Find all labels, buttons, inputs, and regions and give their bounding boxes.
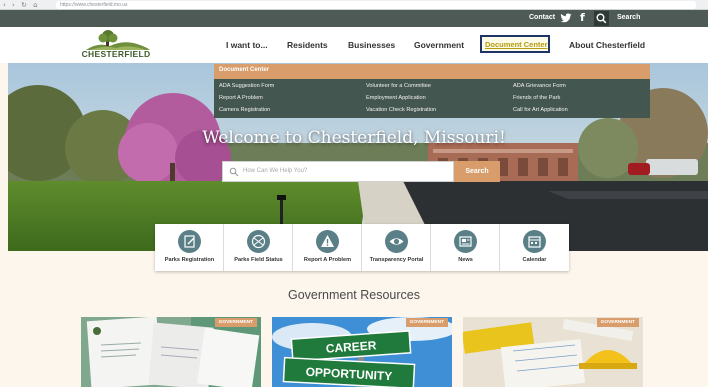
facebook-icon[interactable]: f: [580, 11, 585, 24]
card-badge: GOVERNMENT: [405, 318, 448, 327]
construction-photo: [463, 317, 643, 387]
nav-about-chesterfield[interactable]: About Chesterfield: [569, 40, 645, 50]
calendar-icon: [523, 230, 546, 253]
dropdown-body: ADA Suggestion Form Report A Problem Cam…: [214, 79, 650, 118]
dropdown-link-ada-suggestion-form[interactable]: ADA Suggestion Form: [219, 83, 274, 89]
nav-document-center-label[interactable]: Document Center: [485, 40, 548, 49]
quick-link-label: Report A Problem: [303, 257, 352, 263]
career-sign-photo: CAREER OPPORTUNITY: [272, 317, 452, 387]
hero-search-button[interactable]: Search: [454, 161, 500, 182]
dropdown-link-friends-of-the-park[interactable]: Friends of the Park: [513, 95, 560, 101]
government-resources-heading: Government Resources: [287, 288, 420, 302]
dropdown-title[interactable]: Document Center: [214, 64, 650, 73]
contact-link[interactable]: Contact: [529, 14, 555, 21]
card-badge: GOVERNMENT: [596, 318, 639, 327]
logo-wordmark[interactable]: CHESTERFIELD: [80, 49, 152, 59]
quick-link-label: News: [458, 257, 473, 263]
nav-i-want-to[interactable]: I want to...: [226, 40, 268, 50]
dropdown-link-call-for-art[interactable]: Call for Art Application: [513, 107, 568, 113]
quick-link-news[interactable]: News: [431, 224, 500, 271]
quick-link-label: Transparency Portal: [369, 257, 424, 263]
document-center-dropdown: Document Center ADA Suggestion Form Repo…: [214, 64, 650, 118]
page: ‹ › ↻ ⌂ https://www.chesterfield.mo.us C…: [0, 0, 708, 387]
address-bar[interactable]: https://www.chesterfield.mo.us: [56, 1, 696, 9]
quick-link-label: Parks Registration: [164, 257, 215, 263]
dropdown-header: Document Center: [214, 64, 650, 79]
nav-government[interactable]: Government: [414, 40, 464, 50]
pencil-icon: [178, 230, 201, 253]
twitter-icon[interactable]: [560, 12, 572, 24]
utility-bar: Contact f Search: [0, 10, 708, 27]
magnifier-icon: [596, 13, 607, 24]
search-toggle-button[interactable]: [594, 11, 609, 26]
dropdown-link-report-a-problem[interactable]: Report A Problem: [219, 95, 263, 101]
card-badge: GOVERNMENT: [214, 318, 257, 327]
news-icon: [454, 230, 477, 253]
nav-businesses[interactable]: Businesses: [348, 40, 395, 50]
hero-title: Welcome to Chesterfield, Missouri!: [202, 128, 506, 148]
dropdown-link-camera-registration[interactable]: Camera Registration: [219, 107, 270, 113]
search-placeholder: How Can We Help You?: [243, 168, 308, 174]
resource-card-construction[interactable]: GOVERNMENT: [463, 317, 643, 387]
quick-link-parks-field-status[interactable]: Parks Field Status: [224, 224, 293, 271]
dropdown-link-vacation-check[interactable]: Vacation Check Registration: [366, 107, 436, 113]
quick-links-bar: Parks Registration Parks Field Status Re…: [155, 224, 569, 271]
quick-link-label: Parks Field Status: [234, 257, 283, 263]
search-icon: [229, 167, 239, 177]
site-header: CHESTERFIELD I want to... Residents Busi…: [0, 27, 708, 63]
eye-icon: [385, 230, 408, 253]
warning-icon: [316, 230, 339, 253]
nav-residents[interactable]: Residents: [287, 40, 328, 50]
quick-link-label: Calendar: [522, 257, 547, 263]
browser-nav-icons[interactable]: ‹ › ↻ ⌂: [3, 1, 40, 9]
resource-card-careers[interactable]: CAREER OPPORTUNITY GOVERNMENT: [272, 317, 452, 387]
documents-photo: [81, 317, 261, 387]
quick-link-report-a-problem[interactable]: Report A Problem: [293, 224, 362, 271]
search-label[interactable]: Search: [617, 14, 640, 21]
resource-card-documents[interactable]: GOVERNMENT: [81, 317, 261, 387]
nav-document-center[interactable]: Document Center: [480, 35, 550, 53]
ball-icon: [247, 230, 270, 253]
dropdown-link-volunteer-committee[interactable]: Volunteer for a Committee: [366, 83, 431, 89]
quick-link-transparency-portal[interactable]: Transparency Portal: [362, 224, 431, 271]
hero-search-input[interactable]: How Can We Help You?: [222, 161, 454, 182]
dropdown-link-ada-grievance-form[interactable]: ADA Grievance Form: [513, 83, 566, 89]
browser-toolbar: ‹ › ↻ ⌂ https://www.chesterfield.mo.us: [0, 0, 708, 10]
quick-link-calendar[interactable]: Calendar: [500, 224, 569, 271]
quick-link-parks-registration[interactable]: Parks Registration: [155, 224, 224, 271]
dropdown-link-employment-application[interactable]: Employment Application: [366, 95, 426, 101]
